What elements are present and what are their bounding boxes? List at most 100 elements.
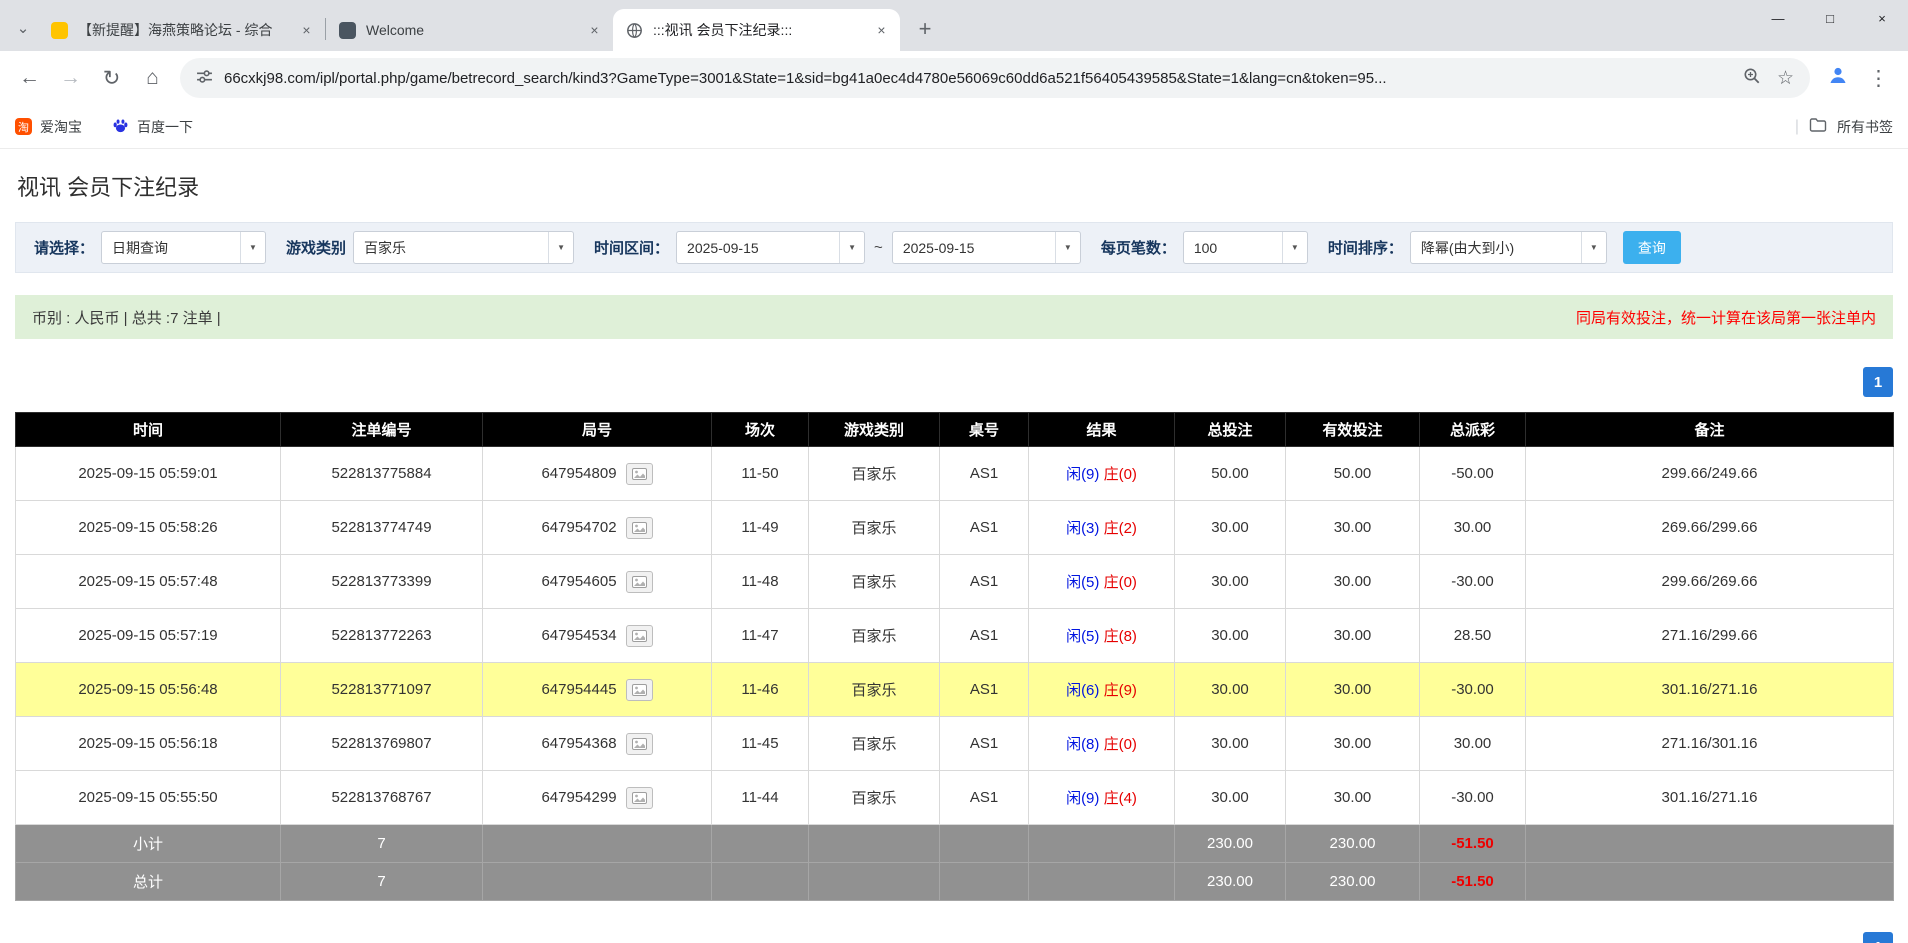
table-header-row: 时间 注单编号 局号 场次 游戏类别 桌号 结果 总投注 有效投注 总派彩 备注 [16, 413, 1894, 447]
cell-total-bet[interactable]: 30.00 [1175, 555, 1286, 609]
forward-icon[interactable]: → [50, 58, 91, 99]
cell-round: 647954534 [483, 609, 712, 663]
close-icon[interactable]: × [871, 20, 892, 41]
cell-result: 闲(5) 庄(8) [1029, 609, 1175, 663]
empty-cell [712, 863, 809, 901]
cell-total-bet[interactable]: 30.00 [1175, 717, 1286, 771]
roadmap-icon[interactable] [626, 733, 653, 755]
date-from-select[interactable]: 2025-09-15 ▼ [676, 231, 865, 264]
cell-table-no: AS1 [940, 555, 1029, 609]
empty-cell [1029, 825, 1175, 863]
header-time: 时间 [16, 413, 281, 447]
currency-summary: 币别 : 人民币 | 总共 :7 注单 | [32, 307, 221, 328]
minimize-button[interactable]: — [1752, 0, 1804, 36]
cell-session: 11-48 [712, 555, 809, 609]
empty-cell [712, 825, 809, 863]
tab-bet-records[interactable]: :::视讯 会员下注纪录::: × [613, 9, 900, 51]
result-banker: 庄(8) [1104, 628, 1137, 645]
cell-session: 11-47 [712, 609, 809, 663]
subtotal-count: 7 [281, 825, 483, 863]
cell-total-bet[interactable]: 30.00 [1175, 609, 1286, 663]
date-to-select[interactable]: 2025-09-15 ▼ [892, 231, 1081, 264]
empty-cell [1526, 825, 1894, 863]
empty-cell [1526, 863, 1894, 901]
tab-favicon-globe-icon [626, 22, 643, 39]
cell-total-bet[interactable]: 50.00 [1175, 447, 1286, 501]
all-bookmarks-label[interactable]: 所有书签 [1837, 117, 1893, 137]
header-game-type: 游戏类别 [809, 413, 940, 447]
tab-search-chevron-icon[interactable]: ⌄ [8, 13, 38, 43]
result-player: 闲(5) [1066, 628, 1099, 645]
roadmap-icon[interactable] [626, 571, 653, 593]
table-row: 2025-09-15 05:59:01 522813775884 6479548… [16, 447, 1894, 501]
cell-payout: -30.00 [1420, 555, 1526, 609]
taobao-icon: 淘 [15, 118, 32, 135]
page-1-button[interactable]: 1 [1863, 367, 1893, 397]
cell-total-bet[interactable]: 30.00 [1175, 771, 1286, 825]
game-type-select[interactable]: 百家乐 ▼ [353, 231, 574, 264]
folder-icon [1809, 117, 1827, 136]
filter-bar: 请选择： 日期查询 ▼ 游戏类别 百家乐 ▼ 时间区间： 2025-09-15 … [15, 222, 1893, 273]
empty-cell [809, 863, 940, 901]
cell-round: 647954368 [483, 717, 712, 771]
bookmark-taobao[interactable]: 淘 爱淘宝 [15, 117, 82, 137]
roadmap-icon[interactable] [626, 679, 653, 701]
cell-round: 647954809 [483, 447, 712, 501]
header-table-no: 桌号 [940, 413, 1029, 447]
page-1-button[interactable]: 1 [1863, 932, 1893, 943]
tab-haiyan-forum[interactable]: 【新提醒】海燕策略论坛 - 综合 × [38, 9, 325, 51]
site-info-icon[interactable] [196, 68, 213, 89]
roadmap-icon[interactable] [626, 463, 653, 485]
cell-game: 百家乐 [809, 609, 940, 663]
address-bar[interactable]: 66cxkj98.com/ipl/portal.php/game/betreco… [180, 58, 1810, 98]
cell-round: 647954702 [483, 501, 712, 555]
cell-game: 百家乐 [809, 663, 940, 717]
refresh-icon[interactable]: ↻ [91, 58, 132, 99]
header-result: 结果 [1029, 413, 1175, 447]
cell-result: 闲(8) 庄(0) [1029, 717, 1175, 771]
time-sort-label: 时间排序： [1328, 237, 1403, 258]
menu-icon[interactable]: ⋮ [1858, 58, 1899, 99]
total-label: 总计 [16, 863, 281, 901]
baidu-paw-icon [112, 117, 129, 137]
roadmap-icon[interactable] [626, 787, 653, 809]
tab-welcome[interactable]: Welcome × [326, 9, 613, 51]
time-sort-select[interactable]: 降幂(由大到小) ▼ [1410, 231, 1607, 264]
subtotal-label: 小计 [16, 825, 281, 863]
roadmap-icon[interactable] [626, 625, 653, 647]
cell-result: 闲(9) 庄(0) [1029, 447, 1175, 501]
home-icon[interactable]: ⌂ [132, 58, 173, 99]
new-tab-button[interactable]: + [909, 13, 941, 45]
close-window-button[interactable]: × [1856, 0, 1908, 36]
zoom-icon[interactable] [1743, 67, 1761, 89]
maximize-button[interactable]: □ [1804, 0, 1856, 36]
result-player: 闲(8) [1066, 736, 1099, 753]
tab-title: :::视讯 会员下注纪录::: [653, 20, 871, 40]
bookmarks-divider: | [1795, 118, 1799, 136]
cell-total-bet[interactable]: 30.00 [1175, 501, 1286, 555]
bookmark-star-icon[interactable]: ☆ [1777, 67, 1794, 90]
result-player: 闲(9) [1066, 790, 1099, 807]
empty-cell [483, 863, 712, 901]
page-size-select[interactable]: 100 ▼ [1183, 231, 1308, 264]
cell-time: 2025-09-15 05:56:48 [16, 663, 281, 717]
cell-game: 百家乐 [809, 447, 940, 501]
result-player: 闲(5) [1066, 574, 1099, 591]
roadmap-icon[interactable] [626, 517, 653, 539]
back-icon[interactable]: ← [9, 58, 50, 99]
bookmark-label: 百度一下 [137, 117, 193, 137]
cell-result: 闲(6) 庄(9) [1029, 663, 1175, 717]
profile-avatar-icon[interactable] [1817, 58, 1858, 99]
search-button[interactable]: 查询 [1623, 231, 1681, 264]
cell-note: 271.16/301.16 [1526, 717, 1894, 771]
cell-total-bet[interactable]: 30.00 [1175, 663, 1286, 717]
cell-payout: -30.00 [1420, 771, 1526, 825]
bookmark-label: 爱淘宝 [40, 117, 82, 137]
query-type-select[interactable]: 日期查询 ▼ [101, 231, 266, 264]
close-icon[interactable]: × [296, 20, 317, 41]
cell-bet-id: 522813771097 [281, 663, 483, 717]
cell-bet-id: 522813775884 [281, 447, 483, 501]
total-total-bet: 230.00 [1175, 863, 1286, 901]
close-icon[interactable]: × [584, 20, 605, 41]
bookmark-baidu[interactable]: 百度一下 [112, 117, 193, 137]
